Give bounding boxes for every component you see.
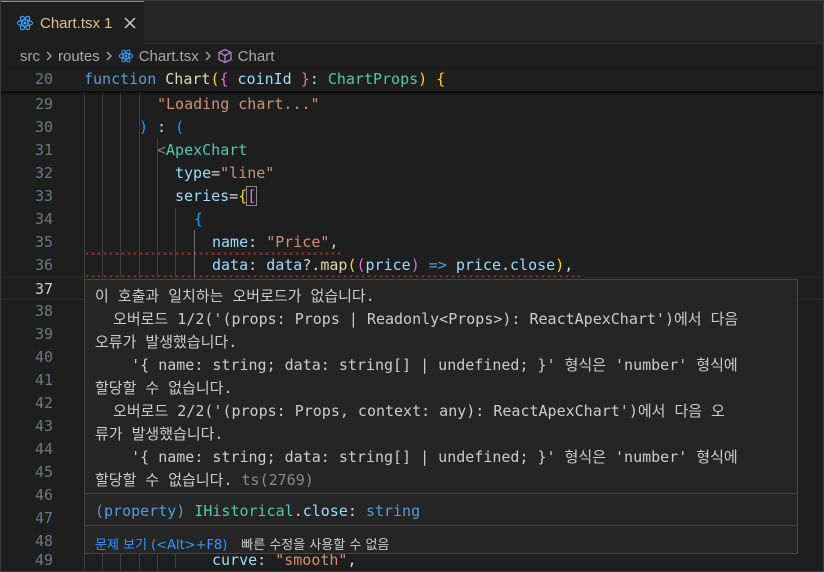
- code-line-34: 34 {: [34, 210, 204, 228]
- breadcrumb-src[interactable]: src: [20, 48, 40, 65]
- chevron-right-icon: [203, 50, 213, 62]
- code-line-30: 30 ) : (: [34, 118, 185, 136]
- hover-actions: 문제 보기 (<Alt>+F8) 빠른 수정을 사용할 수 없음: [85, 532, 797, 554]
- property-signature: (property) IHistorical.close: string: [95, 502, 421, 520]
- breadcrumb-file-label: Chart.tsx: [138, 47, 199, 65]
- tab-problem-count: 1: [104, 14, 113, 32]
- code-line-31: 31 <ApexChart: [34, 141, 248, 159]
- code-line: function Chart({ coinId }: ChartProps) {: [84, 70, 446, 88]
- error-code: ts(2769): [241, 471, 314, 489]
- sticky-scroll-line[interactable]: 20 function Chart({ coinId }: ChartProps…: [0, 68, 824, 91]
- code-line-32: 32 type="line": [34, 164, 275, 182]
- hover-divider: [85, 525, 797, 526]
- breadcrumb-symbol-label: Chart: [237, 47, 275, 65]
- code-line-36: 36 data: data?.map((price) => price.clos…: [34, 256, 574, 274]
- breadcrumb-routes[interactable]: routes: [58, 48, 100, 65]
- hover-divider: [85, 493, 797, 494]
- code-line-35: 35 name: "Price",: [34, 233, 339, 251]
- editor-tab-chart[interactable]: Chart.tsx 1: [0, 0, 144, 44]
- breadcrumb-symbol[interactable]: Chart: [217, 47, 275, 65]
- view-problem-link[interactable]: 문제 보기 (<Alt>+F8): [95, 534, 227, 553]
- chevron-right-icon: [44, 50, 54, 62]
- code-line-29: 29 "Loading chart...": [34, 95, 320, 113]
- code-line-33: 33 series={[: [34, 186, 258, 206]
- error-hover-widget: 이 호출과 일치하는 오버로드가 없습니다. 오버로드 1/2('(props:…: [84, 279, 798, 554]
- react-icon: [118, 49, 133, 63]
- error-message: 이 호출과 일치하는 오버로드가 없습니다. 오버로드 1/2('(props:…: [95, 287, 739, 489]
- line-number: 20: [34, 70, 53, 88]
- close-icon[interactable]: [122, 15, 138, 31]
- breadcrumb-file[interactable]: Chart.tsx: [118, 48, 199, 65]
- quick-fix-unavailable[interactable]: 빠른 수정을 사용할 수 없음: [241, 534, 389, 553]
- symbol-method-icon: [218, 48, 232, 64]
- tab-bar: Chart.tsx 1: [0, 0, 824, 44]
- tab-label: Chart.tsx: [40, 14, 101, 32]
- breadcrumb: src routes Chart.tsx Chart: [0, 45, 824, 67]
- chevron-right-icon: [104, 50, 114, 62]
- react-icon: [16, 15, 34, 31]
